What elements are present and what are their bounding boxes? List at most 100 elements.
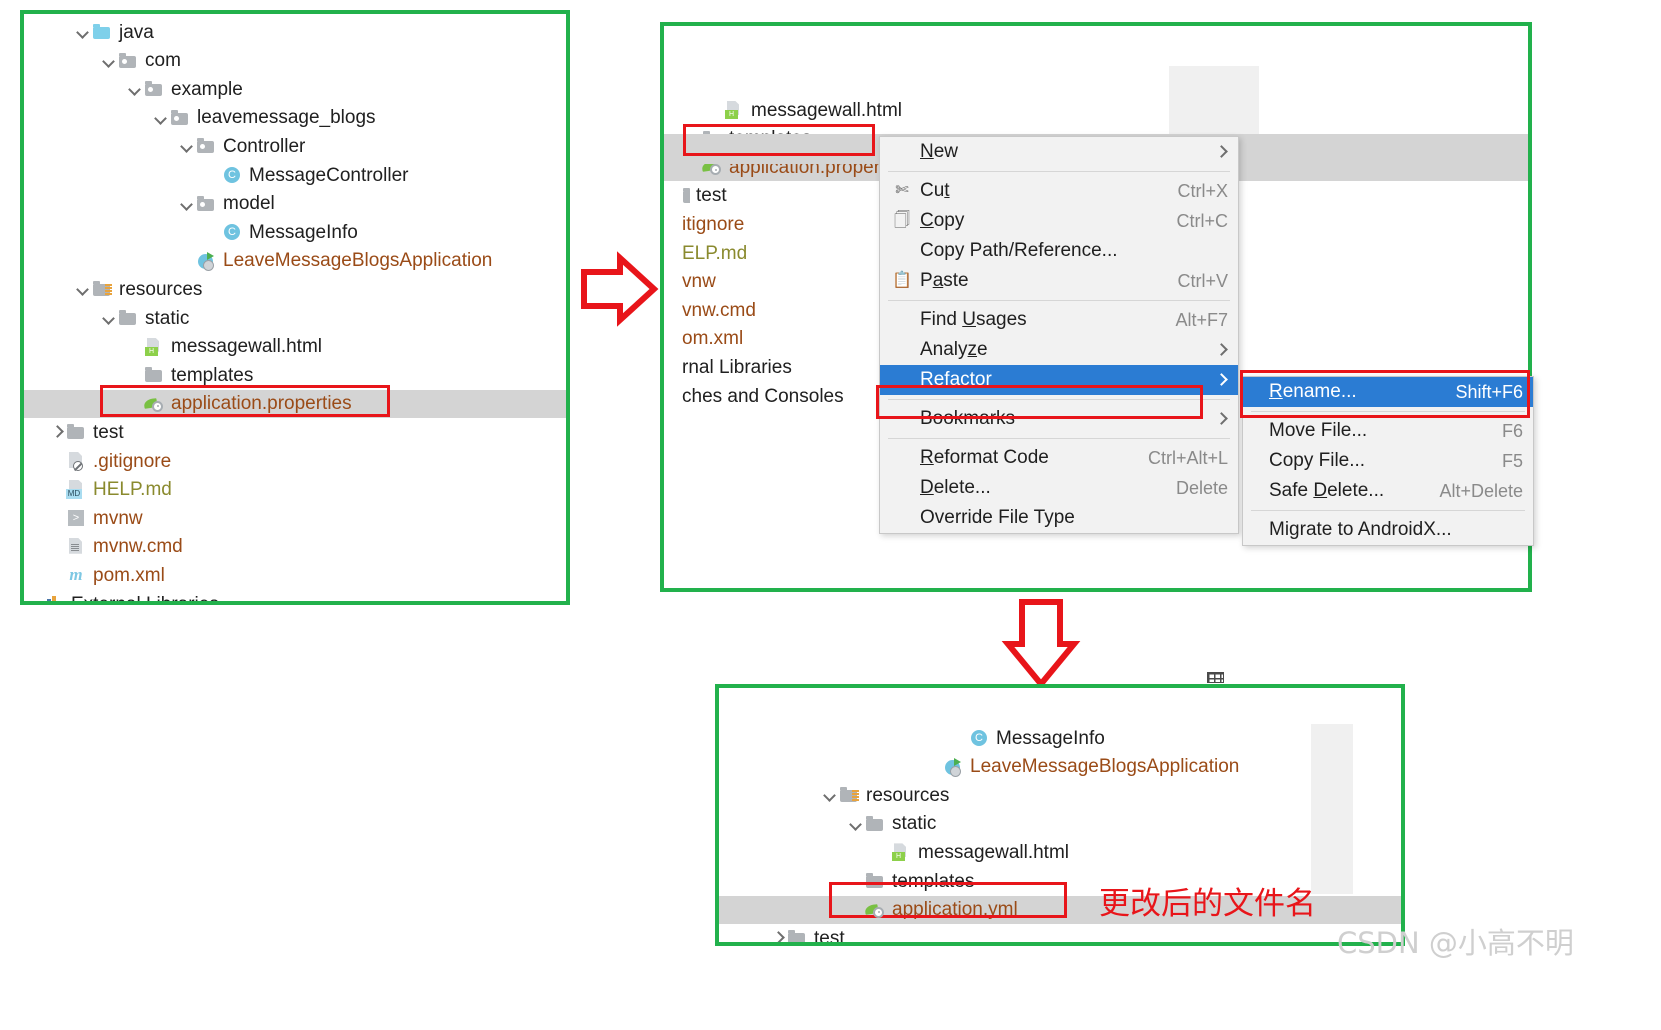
menu-separator <box>888 300 1230 301</box>
chevron-down-icon[interactable] <box>74 280 92 298</box>
package-folder-icon <box>196 136 216 156</box>
menu-item[interactable]: Migrate to AndroidX... <box>1243 515 1533 545</box>
source-folder-icon <box>92 22 112 42</box>
menu-icon-placeholder <box>1253 481 1263 501</box>
spring-config-icon <box>864 900 885 920</box>
tree-row[interactable]: static <box>24 304 566 332</box>
tree-row[interactable]: .gitignore <box>24 447 566 475</box>
tree-row-label: External Libraries <box>71 593 219 605</box>
tree-row[interactable]: Hmessagewall.html <box>24 333 566 361</box>
menu-item[interactable]: Refactor <box>880 365 1238 395</box>
menu-icon-placeholder <box>890 142 914 162</box>
tree-row[interactable]: leavemessage_blogs <box>24 104 566 132</box>
menu-item[interactable]: Rename... Shift+F6 <box>1243 377 1533 407</box>
tree-row[interactable]: static <box>719 810 1401 838</box>
tree-row[interactable]: m pom.xml <box>24 561 566 589</box>
file-context-menu[interactable]: New ✄ Cut Ctrl+X 🗍 Copy Ctrl+C Copy Path/Refere… <box>879 136 1239 534</box>
chevron-down-icon[interactable] <box>100 52 118 70</box>
tree-row-label: .gitignore <box>93 450 172 472</box>
chevron-placeholder <box>26 595 44 601</box>
tree-row[interactable]: External Libraries <box>24 590 566 605</box>
tree-row[interactable]: model <box>24 190 566 218</box>
menu-item[interactable]: 🗍 Copy Ctrl+C <box>880 206 1238 236</box>
menu-item[interactable]: Move File... F6 <box>1243 416 1533 446</box>
vertical-scrollbar-track[interactable] <box>1311 724 1353 894</box>
menu-item[interactable]: Safe Delete... Alt+Delete <box>1243 476 1533 506</box>
tree-row-label: pom.xml <box>93 564 165 586</box>
refactor-submenu[interactable]: Rename... Shift+F6 Move File... F6 Copy File… <box>1242 376 1534 546</box>
tree-row-label: rnal Libraries <box>682 356 792 378</box>
menu-item-shortcut: Ctrl+Alt+L <box>1147 447 1228 468</box>
chevron-down-icon[interactable] <box>178 137 196 155</box>
chevron-down-icon[interactable] <box>152 109 170 127</box>
tree-row[interactable]: resources <box>719 781 1401 809</box>
chevron-down-icon[interactable] <box>847 815 865 833</box>
chevron-placeholder <box>126 395 144 413</box>
chevron-right-icon[interactable] <box>769 929 787 942</box>
java-class-icon: C <box>969 728 989 748</box>
tree-row-label: resources <box>866 784 950 806</box>
tree-row[interactable]: LeaveMessageBlogsApplication <box>24 247 566 275</box>
chevron-placeholder <box>48 538 66 556</box>
tree-row[interactable]: C MessageController <box>24 161 566 189</box>
tree-row[interactable]: java <box>24 18 566 46</box>
chevron-right-icon <box>1216 146 1228 158</box>
tree-row-label: static <box>145 307 190 329</box>
tree-row[interactable]: example <box>24 75 566 103</box>
menu-item[interactable]: New <box>880 137 1238 167</box>
menu-icon-placeholder <box>1253 382 1263 402</box>
tree-row[interactable]: application.properties <box>24 389 566 418</box>
tree-row[interactable]: test <box>24 418 566 446</box>
java-class-icon: C <box>222 165 242 185</box>
tree-row-label: templates <box>171 364 254 386</box>
chevron-down-icon[interactable] <box>178 195 196 213</box>
menu-item[interactable]: Copy Path/Reference... <box>880 236 1238 266</box>
chevron-placeholder <box>925 758 943 776</box>
menu-item[interactable]: Delete... Delete <box>880 473 1238 503</box>
chevron-down-icon[interactable] <box>74 23 92 41</box>
tree-row[interactable]: Hmessagewall.html <box>719 838 1401 866</box>
tree-row-label: vnw <box>682 271 716 293</box>
menu-item-label: Bookmarks <box>920 408 1016 429</box>
tree-row[interactable]: C MessageInfo <box>24 218 566 246</box>
chevron-down-icon[interactable] <box>126 80 144 98</box>
tree-row[interactable]: test <box>719 924 1401 946</box>
tree-row[interactable]: mvnw.cmd <box>24 533 566 561</box>
menu-item[interactable]: Analyze <box>880 335 1238 365</box>
cut-icon: ✄ <box>895 182 909 199</box>
menu-item[interactable]: 📋 Paste Ctrl+V <box>880 266 1238 296</box>
menu-item[interactable]: Reformat Code Ctrl+Alt+L <box>880 443 1238 473</box>
menu-item[interactable]: ✄ Cut Ctrl+X <box>880 176 1238 206</box>
tree-row[interactable]: C MessageInfo <box>719 724 1401 752</box>
tree-row[interactable]: resources <box>24 275 566 303</box>
tree-row[interactable]: MD HELP.md <box>24 476 566 504</box>
menu-item-shortcut: F6 <box>1501 420 1523 441</box>
tree-row[interactable]: Hmessagewall.html <box>664 96 1528 124</box>
folder-icon <box>66 422 86 442</box>
tree-row-label: test <box>814 927 845 946</box>
tree-row[interactable]: LeaveMessageBlogsApplication <box>719 753 1401 781</box>
tree-row[interactable]: Controller <box>24 132 566 160</box>
menu-icon-placeholder <box>890 241 914 261</box>
folder-icon <box>144 365 164 385</box>
chevron-down-icon[interactable] <box>100 309 118 327</box>
chevron-right-icon[interactable] <box>48 423 66 441</box>
tree-row[interactable]: > mvnw <box>24 504 566 532</box>
chevron-placeholder <box>48 509 66 527</box>
menu-item[interactable]: Find Usages Alt+F7 <box>880 305 1238 335</box>
menu-item[interactable]: Bookmarks <box>880 404 1238 434</box>
tree-row[interactable]: com <box>24 47 566 75</box>
chevron-down-icon[interactable] <box>821 786 839 804</box>
menu-separator <box>1251 411 1525 412</box>
tree-row-label: itignore <box>682 213 745 235</box>
project-tree-before[interactable]: java com example leavemessage_blogs Controll… <box>24 14 566 601</box>
tree-row-label: application.yml <box>892 899 1018 921</box>
menu-item[interactable]: Override File Type <box>880 503 1238 533</box>
menu-icon-placeholder <box>890 409 914 429</box>
chevron-right-icon <box>1216 413 1228 425</box>
tree-row-label: mvnw.cmd <box>93 536 183 558</box>
tree-row[interactable]: templates <box>24 361 566 389</box>
resources-folder-icon <box>92 279 112 299</box>
menu-item[interactable]: Copy File... F5 <box>1243 446 1533 476</box>
table-grid-icon <box>1207 672 1224 683</box>
